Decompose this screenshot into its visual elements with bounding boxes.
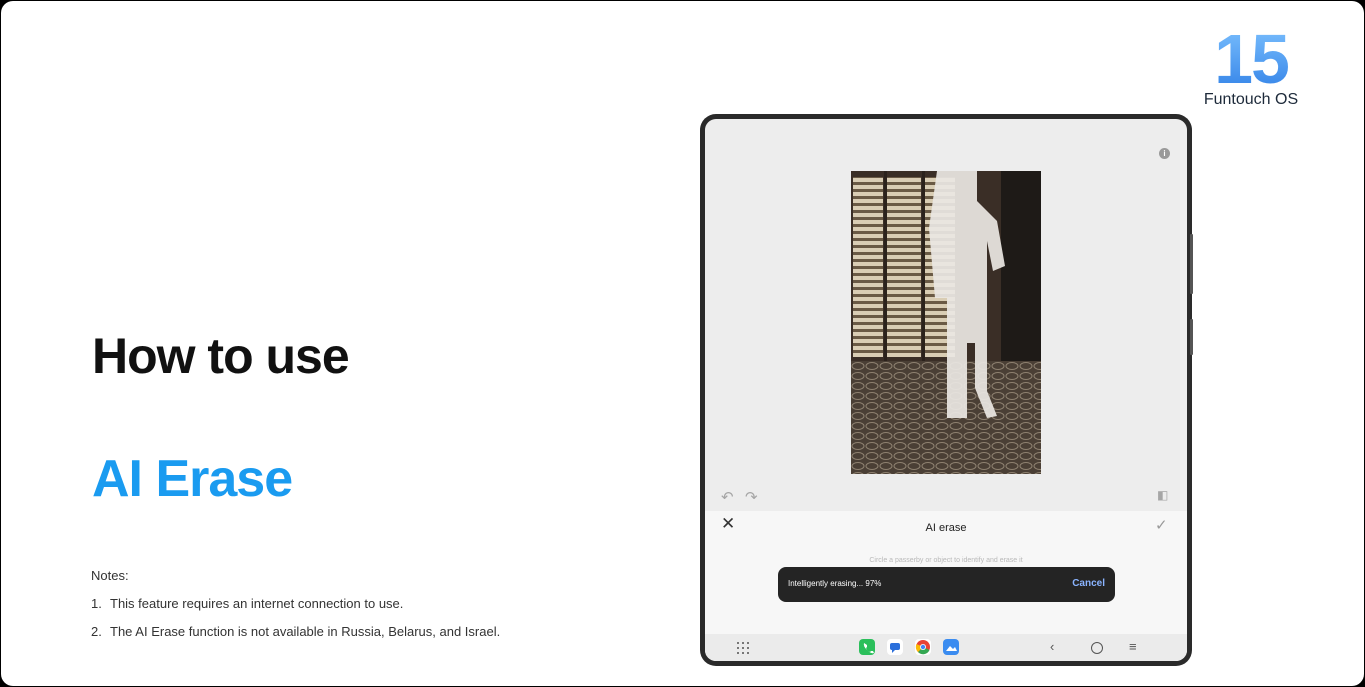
feature-title: AI Erase [92, 450, 293, 508]
os-name: Funtouch OS [1203, 91, 1299, 108]
gallery-app-icon[interactable] [943, 639, 959, 655]
volume-button [1190, 234, 1193, 294]
note-text: This feature requires an internet connec… [110, 596, 404, 611]
edited-photo[interactable] [851, 171, 1041, 474]
redo-icon[interactable]: ↷ [745, 488, 758, 506]
note-number: 1. [91, 596, 102, 611]
phone-screen: i ↶ ↷ ◧ ✕ AI erase ✓ Circle a passerby o… [705, 119, 1187, 661]
power-button [1190, 319, 1193, 355]
undo-icon[interactable]: ↶ [721, 488, 734, 506]
messages-app-icon[interactable] [887, 639, 903, 655]
notes-heading: Notes: [91, 568, 129, 583]
taskbar: ‹ ≡ [705, 634, 1187, 661]
panel-title: AI erase [925, 522, 967, 534]
slide: How to use AI Erase Notes: 1. This featu… [1, 1, 1364, 686]
note-item: 2. The AI Erase function is not availabl… [91, 624, 500, 639]
note-item: 1. This feature requires an internet con… [91, 596, 500, 611]
funtouch-logo: 15 Funtouch OS [1196, 21, 1306, 109]
erasing-progress-toast: Intelligently erasing... 97% Cancel [778, 567, 1115, 602]
recents-icon[interactable]: ≡ [1129, 639, 1137, 654]
version-number: 15 [1196, 21, 1306, 97]
page-title: How to use [92, 328, 350, 384]
note-number: 2. [91, 624, 102, 639]
home-icon[interactable] [1091, 642, 1103, 654]
chrome-app-icon[interactable] [915, 639, 931, 655]
compare-icon[interactable]: ◧ [1157, 488, 1168, 502]
phone-app-icon[interactable] [859, 639, 875, 655]
notes-section: Notes: 1. This feature requires an inter… [91, 568, 500, 652]
progress-text: Intelligently erasing... 97% [788, 579, 882, 588]
app-drawer-icon[interactable] [737, 642, 749, 654]
note-text: The AI Erase function is not available i… [110, 624, 501, 639]
photo-canvas [851, 171, 1041, 474]
info-icon[interactable]: i [1159, 148, 1170, 159]
cancel-button[interactable]: Cancel [1072, 578, 1105, 589]
erase-hint: Circle a passerby or object to identify … [869, 557, 1023, 564]
check-icon[interactable]: ✓ [1155, 516, 1168, 534]
foldable-phone: i ↶ ↷ ◧ ✕ AI erase ✓ Circle a passerby o… [700, 114, 1193, 666]
back-icon[interactable]: ‹ [1050, 639, 1054, 654]
